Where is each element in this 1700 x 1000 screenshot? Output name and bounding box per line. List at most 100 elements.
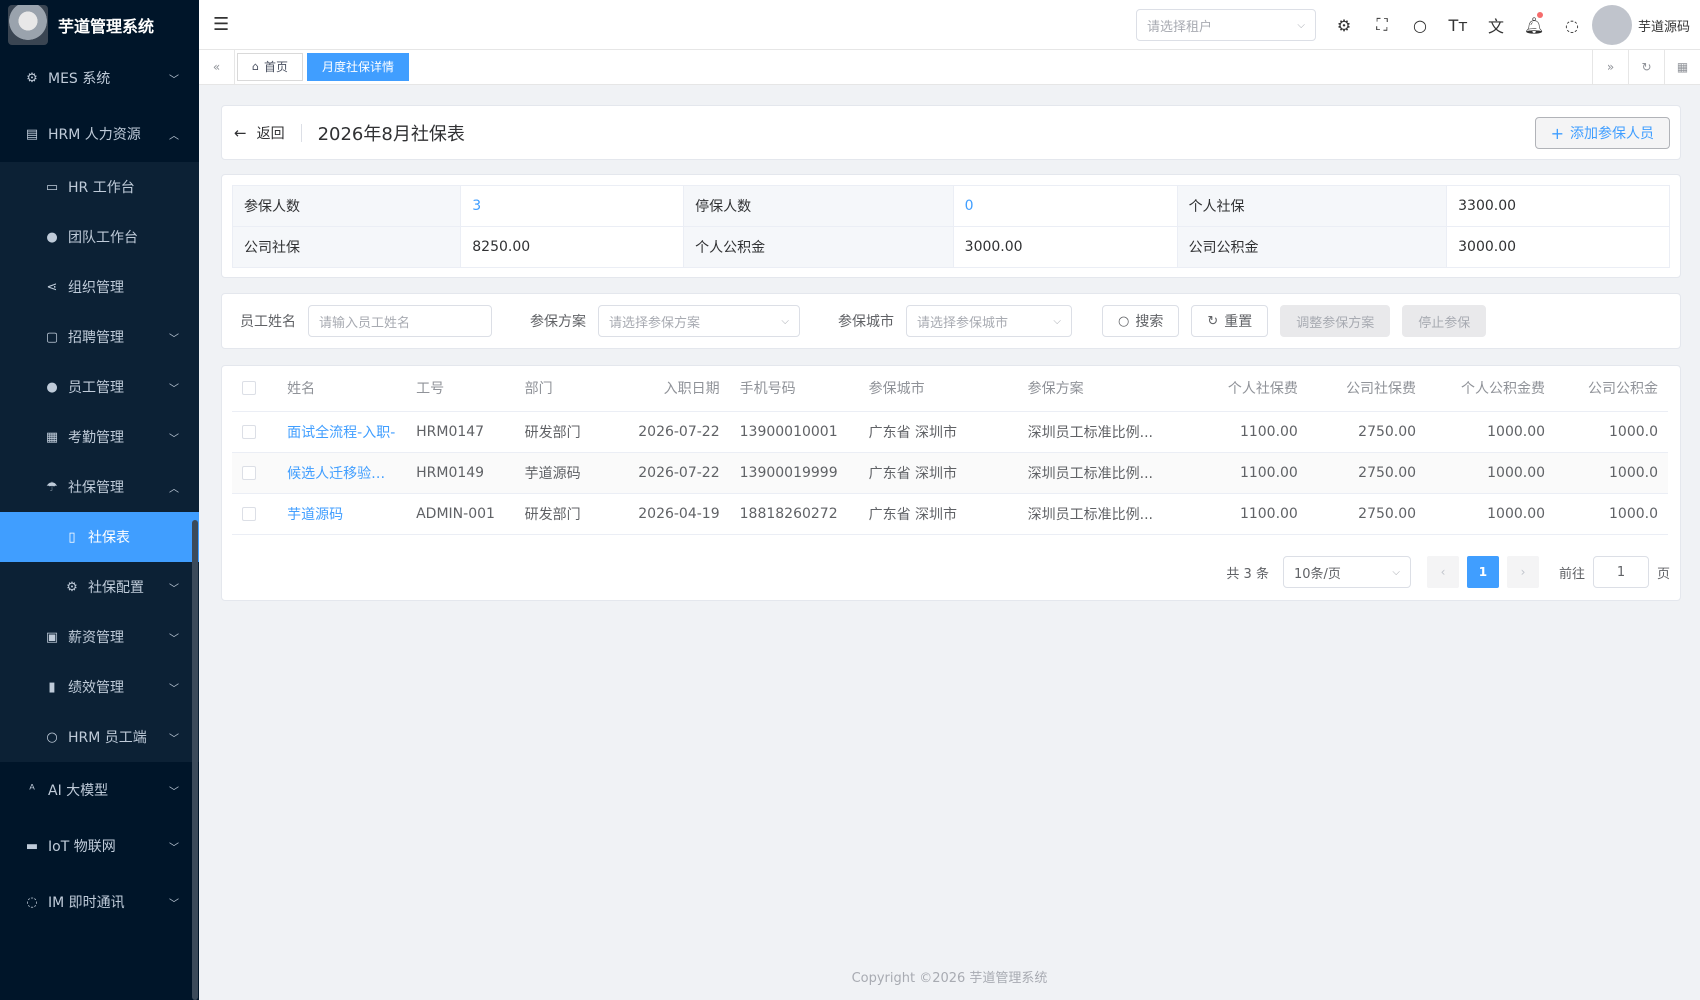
sidebar-item-8[interactable]: ☂ 社保管理 ︿ <box>0 462 199 512</box>
page-title: 2026年8月社保表 <box>317 123 465 145</box>
translate-icon[interactable]: 文 <box>1477 13 1515 37</box>
table-cell: 1100.00 <box>1189 452 1308 494</box>
font-size-icon[interactable]: Tт <box>1439 16 1477 35</box>
city-select[interactable]: 请选择参保城市 ⌵ <box>906 305 1072 337</box>
row-checkbox[interactable] <box>242 424 256 439</box>
sidebar-item-13[interactable]: ○ HRM 员工端 ﹀ <box>0 712 199 762</box>
table-cell: 2750.00 <box>1307 493 1427 535</box>
row-checkbox[interactable] <box>242 465 256 480</box>
user-icon: ● <box>46 229 58 245</box>
stop-insurance-button[interactable]: 停止参保 <box>1402 305 1487 337</box>
grid-icon[interactable]: ▦ <box>1664 50 1700 85</box>
car-icon: ▬ <box>25 838 39 854</box>
table-row[interactable]: 候选人迁移验收-0 HRM0149 芋道源码 2026-07-22 1390001999… <box>232 452 1668 494</box>
summary-value[interactable]: 3 <box>460 185 685 227</box>
tenant-select[interactable]: 请选择租户 ⌵ <box>1136 9 1316 41</box>
refresh-icon[interactable]: ↻ <box>1628 50 1664 85</box>
row-checkbox[interactable] <box>242 506 256 521</box>
search-icon[interactable]: ○ <box>1401 16 1439 35</box>
table-cell: 芋道源码 <box>514 452 623 494</box>
tag-monthly-detail[interactable]: 月度社保详情 <box>307 53 410 81</box>
sidebar-item-label: HRM 人力资源 <box>48 127 141 143</box>
sidebar-item-12[interactable]: ▮ 绩效管理 ﹀ <box>0 662 199 712</box>
sidebar-item-9[interactable]: ▯ 社保表 <box>0 512 199 562</box>
column-header: 工号 <box>406 366 515 412</box>
sidebar-item-10[interactable]: ⚙ 社保配置 ﹀ <box>0 562 199 612</box>
select-all-checkbox[interactable] <box>242 381 256 396</box>
table-row[interactable]: 面试全流程-入职- HRM0147 研发部门 2026-07-22 1390001000… <box>232 411 1668 453</box>
column-header: 个人社保费 <box>1189 366 1308 412</box>
adjust-plan-button[interactable]: 调整参保方案 <box>1280 305 1391 337</box>
prev-page-button[interactable]: ‹ <box>1426 556 1459 588</box>
plan-select[interactable]: 请选择参保方案 ⌵ <box>598 305 800 337</box>
chevron-down-icon: ﹀ <box>169 683 179 695</box>
back-label: 返回 <box>256 125 285 142</box>
table-cell: 2026-04-19 <box>622 493 730 535</box>
chevron-down-icon: ﹀ <box>169 383 179 395</box>
sidebar-item-label: 社保管理 <box>68 480 124 496</box>
column-header: 参保方案 <box>1017 366 1190 412</box>
table-cell: 2026-07-22 <box>622 452 730 494</box>
search-button[interactable]: ○ 搜索 <box>1102 305 1180 337</box>
employee-name-link[interactable]: 芋道源码 <box>277 493 407 535</box>
employee-name-link[interactable]: 面试全流程-入职- <box>277 411 407 453</box>
tenant-placeholder: 请选择租户 <box>1147 19 1213 35</box>
sidebar-item-11[interactable]: ▣ 薪资管理 ﹀ <box>0 612 199 662</box>
arrow-left-icon: ← <box>234 123 247 142</box>
column-header: 个人公积金费 <box>1426 366 1556 412</box>
sidebar-item-3[interactable]: ● 团队工作台 <box>0 212 199 262</box>
summary-label: 公司社保 <box>231 226 462 268</box>
goto-page-input[interactable]: 1 <box>1592 556 1649 588</box>
hamburger-icon[interactable]: ☰ <box>213 14 229 35</box>
sidebar-item-4[interactable]: ⋖ 组织管理 <box>0 262 199 312</box>
column-header: 公司公积金 <box>1555 366 1668 412</box>
table-cell: 2026-07-22 <box>622 411 730 453</box>
scroll-left-icon[interactable]: « <box>199 49 235 85</box>
page-number-current[interactable]: 1 <box>1466 556 1499 588</box>
logo[interactable]: 芋道管理系统 <box>0 0 199 50</box>
reset-button[interactable]: ↻ 重置 <box>1191 305 1269 337</box>
employee-name-link[interactable]: 候选人迁移验收-0 <box>277 452 407 494</box>
table-cell: 13900010001 <box>729 411 859 453</box>
back-button[interactable]: ← 返回 <box>234 123 285 143</box>
fullscreen-icon[interactable]: ⛶ <box>1363 15 1401 35</box>
sidebar-item-6[interactable]: ● 员工管理 ﹀ <box>0 362 199 412</box>
table-cell: 2750.00 <box>1307 452 1427 494</box>
tag-home[interactable]: ⌂ 首页 <box>237 53 303 81</box>
sidebar-item-0[interactable]: ⚙ MES 系统 ﹀ <box>0 50 199 106</box>
message-icon[interactable]: ◌ <box>1553 16 1591 35</box>
sidebar-item-7[interactable]: ▦ 考勤管理 ﹀ <box>0 412 199 462</box>
gear-icon[interactable]: ⚙ <box>1325 16 1363 35</box>
next-page-button[interactable]: › <box>1506 556 1539 588</box>
employee-name-input[interactable]: 请输入员工姓名 <box>308 305 492 337</box>
building-icon: ▤ <box>25 126 39 142</box>
sidebar-item-label: 社保表 <box>88 530 130 546</box>
bell-icon[interactable]: 🔔︎ <box>1515 11 1553 35</box>
sidebar-item-5[interactable]: ▢ 招聘管理 ﹀ <box>0 312 199 362</box>
table-cell: HRM0149 <box>406 452 515 494</box>
sidebar-item-14[interactable]: ᴬ AI 大模型 ﹀ <box>0 762 199 818</box>
sidebar-item-2[interactable]: ▭ HR 工作台 <box>0 162 199 212</box>
table-cell: 广东省 深圳市 <box>858 411 1018 453</box>
sidebar-scrollbar[interactable] <box>192 520 198 1000</box>
summary-label: 停保人数 <box>683 185 954 227</box>
chevron-down-icon: ⌵ <box>781 315 789 327</box>
adjust-plan-label: 调整参保方案 <box>1296 315 1375 331</box>
add-member-button[interactable]: + 添加参保人员 <box>1534 117 1670 149</box>
select-all-header <box>232 366 278 412</box>
scroll-right-icon[interactable]: » <box>1592 50 1628 85</box>
sidebar-item-15[interactable]: ▬ IoT 物联网 ﹀ <box>0 818 199 874</box>
city-placeholder: 请选择参保城市 <box>917 315 1009 331</box>
sidebar-item-16[interactable]: ◌ IM 即时通讯 ﹀ <box>0 874 199 930</box>
table-row[interactable]: 芋道源码 ADMIN-001 研发部门 2026-04-19 18818260272 广东… <box>232 493 1668 535</box>
summary-table: 参保人数 3 停保人数 0 个人社保 3300.00 公司社保 8250.00 个人公积金 300… <box>231 185 1670 268</box>
top-header: ☰ 请选择租户 ⌵ ⚙ ⛶ ○ Tт 文 🔔︎ ◌ 芋道源码 <box>199 0 1700 50</box>
user-menu[interactable]: 芋道源码 <box>1592 5 1690 45</box>
page-size-select[interactable]: 10条/页 ⌵ <box>1282 556 1411 588</box>
sidebar-item-1[interactable]: ▤ HRM 人力资源 ︿ <box>0 106 199 162</box>
logo-image <box>8 5 48 45</box>
table-cell: 研发部门 <box>514 493 623 535</box>
avatar[interactable] <box>1592 5 1632 45</box>
tag-label: 月度社保详情 <box>322 60 395 74</box>
summary-value[interactable]: 0 <box>952 185 1178 227</box>
